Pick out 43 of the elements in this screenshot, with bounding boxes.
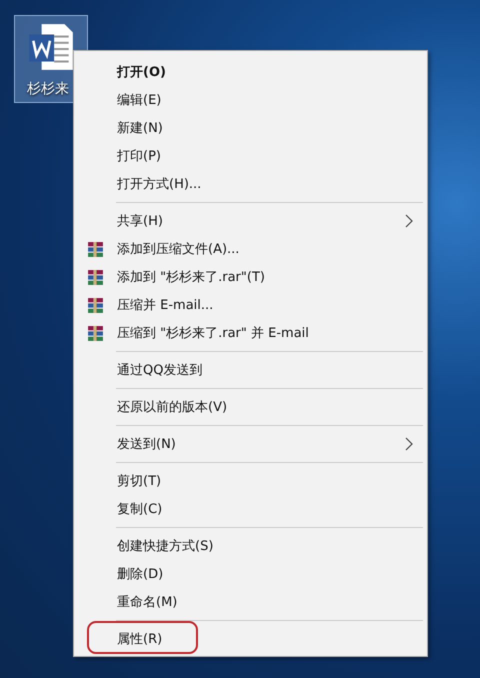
menu-item[interactable]: 共享(H) — [74, 207, 427, 235]
menu-item[interactable]: 删除(D) — [74, 560, 427, 588]
menu-item[interactable]: 复制(C) — [74, 495, 427, 523]
menu-item[interactable]: 重命名(M) — [74, 588, 427, 616]
menu-item-label: 新建(N) — [117, 120, 163, 137]
book-stack-icon — [87, 296, 104, 314]
menu-item-label: 通过QQ发送到 — [117, 362, 202, 379]
menu-item-label: 添加到压缩文件(A)... — [117, 241, 240, 258]
book-stack-icon — [87, 268, 104, 286]
menu-item-label: 添加到 "杉杉来了.rar"(T) — [117, 269, 265, 286]
menu-item-label: 复制(C) — [117, 501, 162, 518]
chevron-right-icon — [405, 437, 413, 451]
menu-item-label: 重命名(M) — [117, 594, 178, 611]
menu-item[interactable]: 打开方式(H)... — [74, 170, 427, 198]
menu-item[interactable]: 创建快捷方式(S) — [74, 532, 427, 560]
menu-item-label: 打开方式(H)... — [117, 176, 202, 193]
menu-item-label: 创建快捷方式(S) — [117, 538, 214, 555]
menu-item[interactable]: 添加到 "杉杉来了.rar"(T) — [74, 263, 427, 291]
menu-item[interactable]: 剪切(T) — [74, 467, 427, 495]
menu-item[interactable]: 压缩到 "杉杉来了.rar" 并 E-mail — [74, 319, 427, 347]
menu-item-label: 还原以前的版本(V) — [117, 399, 228, 416]
menu-item[interactable]: 添加到压缩文件(A)... — [74, 235, 427, 263]
menu-item[interactable]: 通过QQ发送到 — [74, 356, 427, 384]
book-stack-icon — [87, 324, 104, 342]
menu-item-label: 删除(D) — [117, 566, 164, 583]
book-stack-icon — [87, 240, 104, 258]
menu-item-label: 打印(P) — [117, 148, 161, 165]
chevron-right-icon — [405, 214, 413, 228]
menu-item-label: 共享(H) — [117, 213, 163, 230]
menu-item-label: 剪切(T) — [117, 473, 162, 490]
menu-item[interactable]: 打印(P) — [74, 142, 427, 170]
menu-item-label: 打开(O) — [117, 64, 166, 81]
menu-item-label: 发送到(N) — [117, 436, 176, 453]
menu-item[interactable]: 新建(N) — [74, 114, 427, 142]
menu-item-label: 压缩并 E-mail... — [117, 297, 214, 314]
menu-item[interactable]: 还原以前的版本(V) — [74, 393, 427, 421]
menu-item-label: 压缩到 "杉杉来了.rar" 并 E-mail — [117, 325, 309, 342]
menu-item[interactable]: 发送到(N) — [74, 430, 427, 458]
menu-item[interactable]: 压缩并 E-mail... — [74, 291, 427, 319]
menu-item-label: 属性(R) — [117, 631, 162, 648]
menu-item[interactable]: 属性(R) — [74, 625, 427, 653]
file-name: 杉杉来 — [27, 80, 69, 98]
menu-item-label: 编辑(E) — [117, 92, 162, 109]
